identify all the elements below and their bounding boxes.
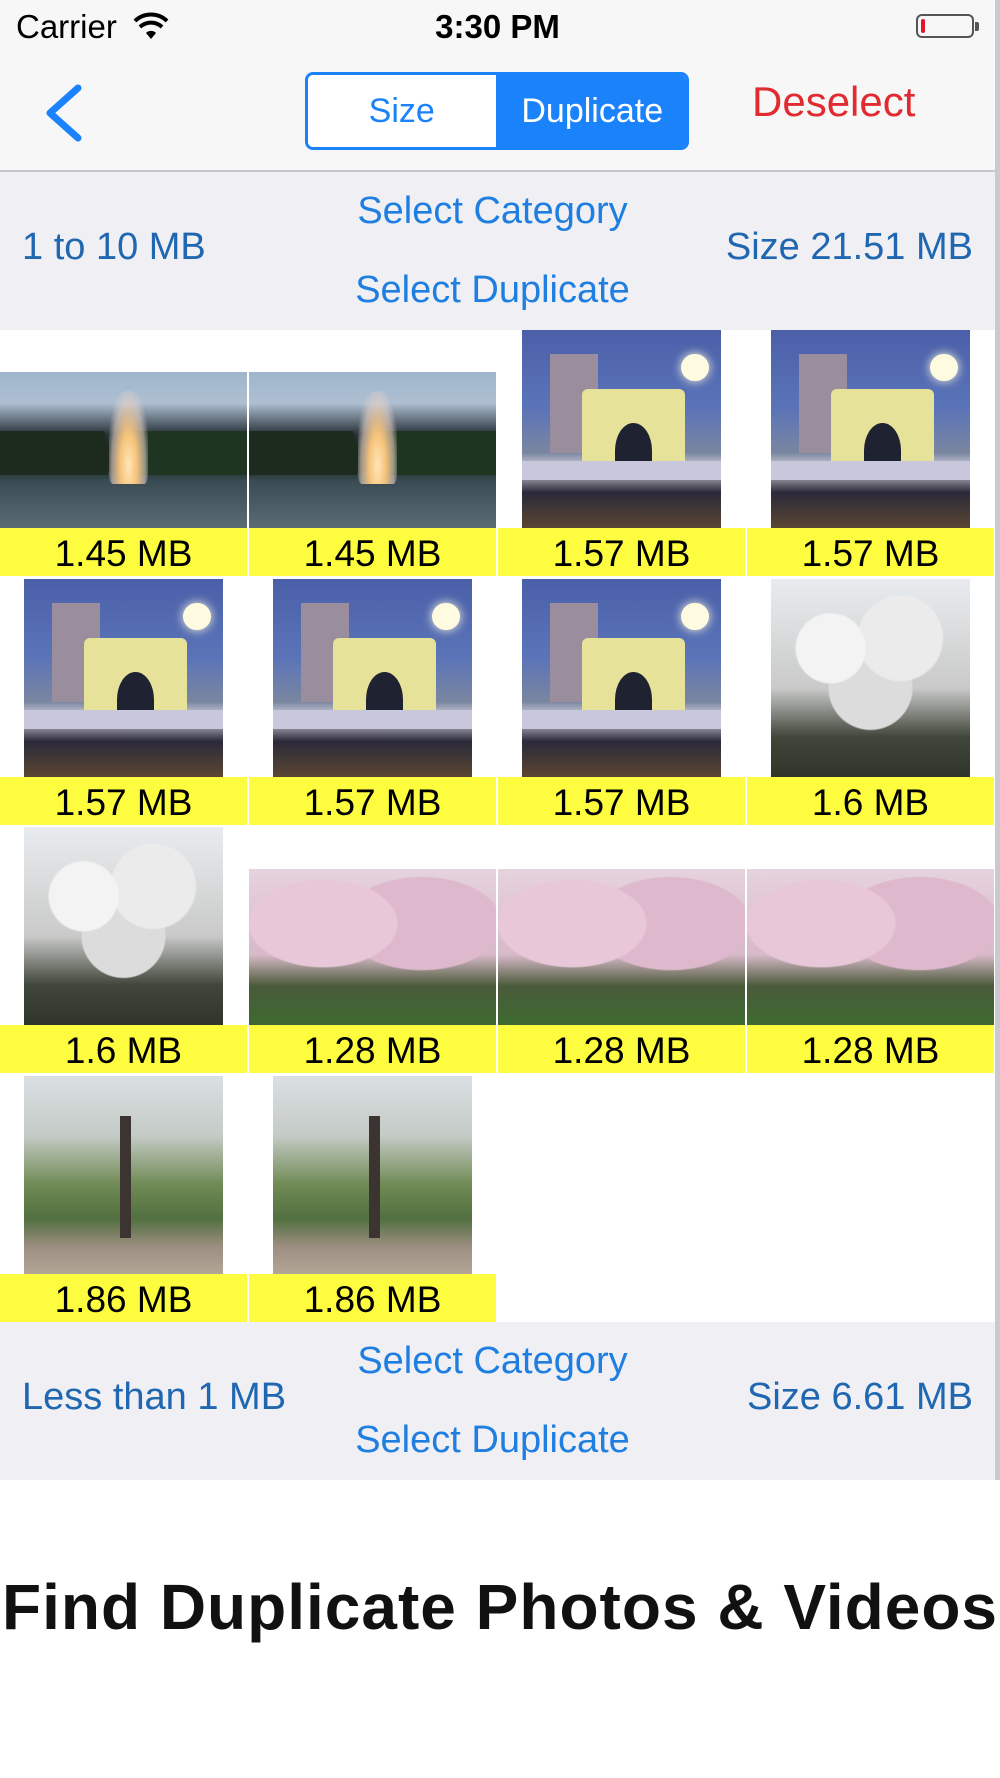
chevron-left-icon[interactable] [40,84,90,142]
photo-cell[interactable]: 1.6 MB [747,577,994,825]
photo-size-label: 1.86 MB [0,1274,247,1322]
marketing-caption: Find Duplicate Photos & Videos [1,1571,999,1643]
thumbnail-detail [108,390,149,485]
section-total-size: Size 6.61 MB [747,1376,973,1418]
photo-cell[interactable]: 1.45 MB [0,328,247,576]
navigation-bar: Size Duplicate Deselect [0,56,995,172]
app-screen: Carrier 3:30 PM Size Duplicate Deselect … [0,0,1000,1480]
thumbnail-detail [119,1115,132,1239]
photo-cell[interactable]: 1.28 MB [498,825,745,1073]
photo-thumbnail [771,579,970,777]
photo-cell[interactable]: 1.28 MB [747,825,994,1073]
photo-thumbnail [747,869,994,1025]
photo-size-label: 1.45 MB [249,528,496,576]
photo-thumbnail [24,827,223,1025]
photo-thumbnail [24,1076,223,1274]
photo-cell[interactable]: 1.57 MB [498,577,745,825]
thumbnail-detail [771,460,970,481]
photo-size-label: 1.57 MB [0,777,247,825]
thumbnail-detail [930,353,959,382]
thumbnail-detail [273,709,472,730]
photo-thumbnail [249,869,496,1025]
photo-thumbnail [522,330,721,528]
status-bar: Carrier 3:30 PM [0,0,995,56]
thumbnail-detail [522,709,721,730]
photo-thumbnail [249,372,496,528]
photo-size-label: 1.86 MB [249,1274,496,1322]
thumbnail-detail [357,390,398,485]
battery-icon [916,14,979,38]
section-total-size: Size 21.51 MB [725,226,973,268]
photo-cell[interactable]: 1.57 MB [249,577,496,825]
photo-size-label: 1.28 MB [498,1025,745,1073]
photo-size-label: 1.45 MB [0,528,247,576]
photo-cell[interactable]: 1.86 MB [249,1074,496,1322]
thumbnail-detail [522,460,721,481]
photo-cell[interactable]: 1.57 MB [498,328,745,576]
thumbnail-detail [24,709,223,730]
thumbnail-detail [432,602,461,631]
photo-cell[interactable]: 1.57 MB [0,577,247,825]
select-duplicate-button[interactable]: Select Duplicate [0,1419,985,1462]
segmented-control: Size Duplicate [305,72,689,150]
photo-size-label: 1.57 MB [249,777,496,825]
photo-size-label: 1.57 MB [747,528,994,576]
photo-cell[interactable]: 1.57 MB [747,328,994,576]
photo-size-label: 1.28 MB [747,1025,994,1073]
photo-cell[interactable]: 1.45 MB [249,328,496,576]
photo-size-label: 1.6 MB [747,777,994,825]
section-header-1-to-10-mb: 1 to 10 MB Select Category Select Duplic… [0,172,995,330]
photo-grid: 1.45 MB 1.45 MB 1.57 MB 1.57 MB 1.57 MB 1.57 … [0,328,995,1322]
photo-thumbnail [273,579,472,777]
photo-size-label: 1.57 MB [498,528,745,576]
photo-cell[interactable]: 1.86 MB [0,1074,247,1322]
section-header-less-than-1-mb: Less than 1 MB Select Category Select Du… [0,1322,995,1480]
thumbnail-detail [681,602,710,631]
photo-size-label: 1.6 MB [0,1025,247,1073]
segment-size[interactable]: Size [308,75,499,147]
photo-thumbnail [498,869,745,1025]
deselect-button[interactable]: Deselect [752,78,915,126]
photo-thumbnail [771,330,970,528]
thumbnail-detail [681,353,710,382]
battery-level [921,19,925,33]
select-duplicate-button[interactable]: Select Duplicate [0,269,985,312]
photo-thumbnail [24,579,223,777]
photo-thumbnail [522,579,721,777]
photo-thumbnail [273,1076,472,1274]
status-time: 3:30 PM [435,8,560,45]
photo-cell[interactable]: 1.6 MB [0,825,247,1073]
segment-duplicate[interactable]: Duplicate [498,75,686,147]
thumbnail-detail [368,1115,381,1239]
photo-thumbnail [0,372,247,528]
photo-size-label: 1.28 MB [249,1025,496,1073]
photo-size-label: 1.57 MB [498,777,745,825]
thumbnail-detail [183,602,212,631]
photo-cell[interactable]: 1.28 MB [249,825,496,1073]
